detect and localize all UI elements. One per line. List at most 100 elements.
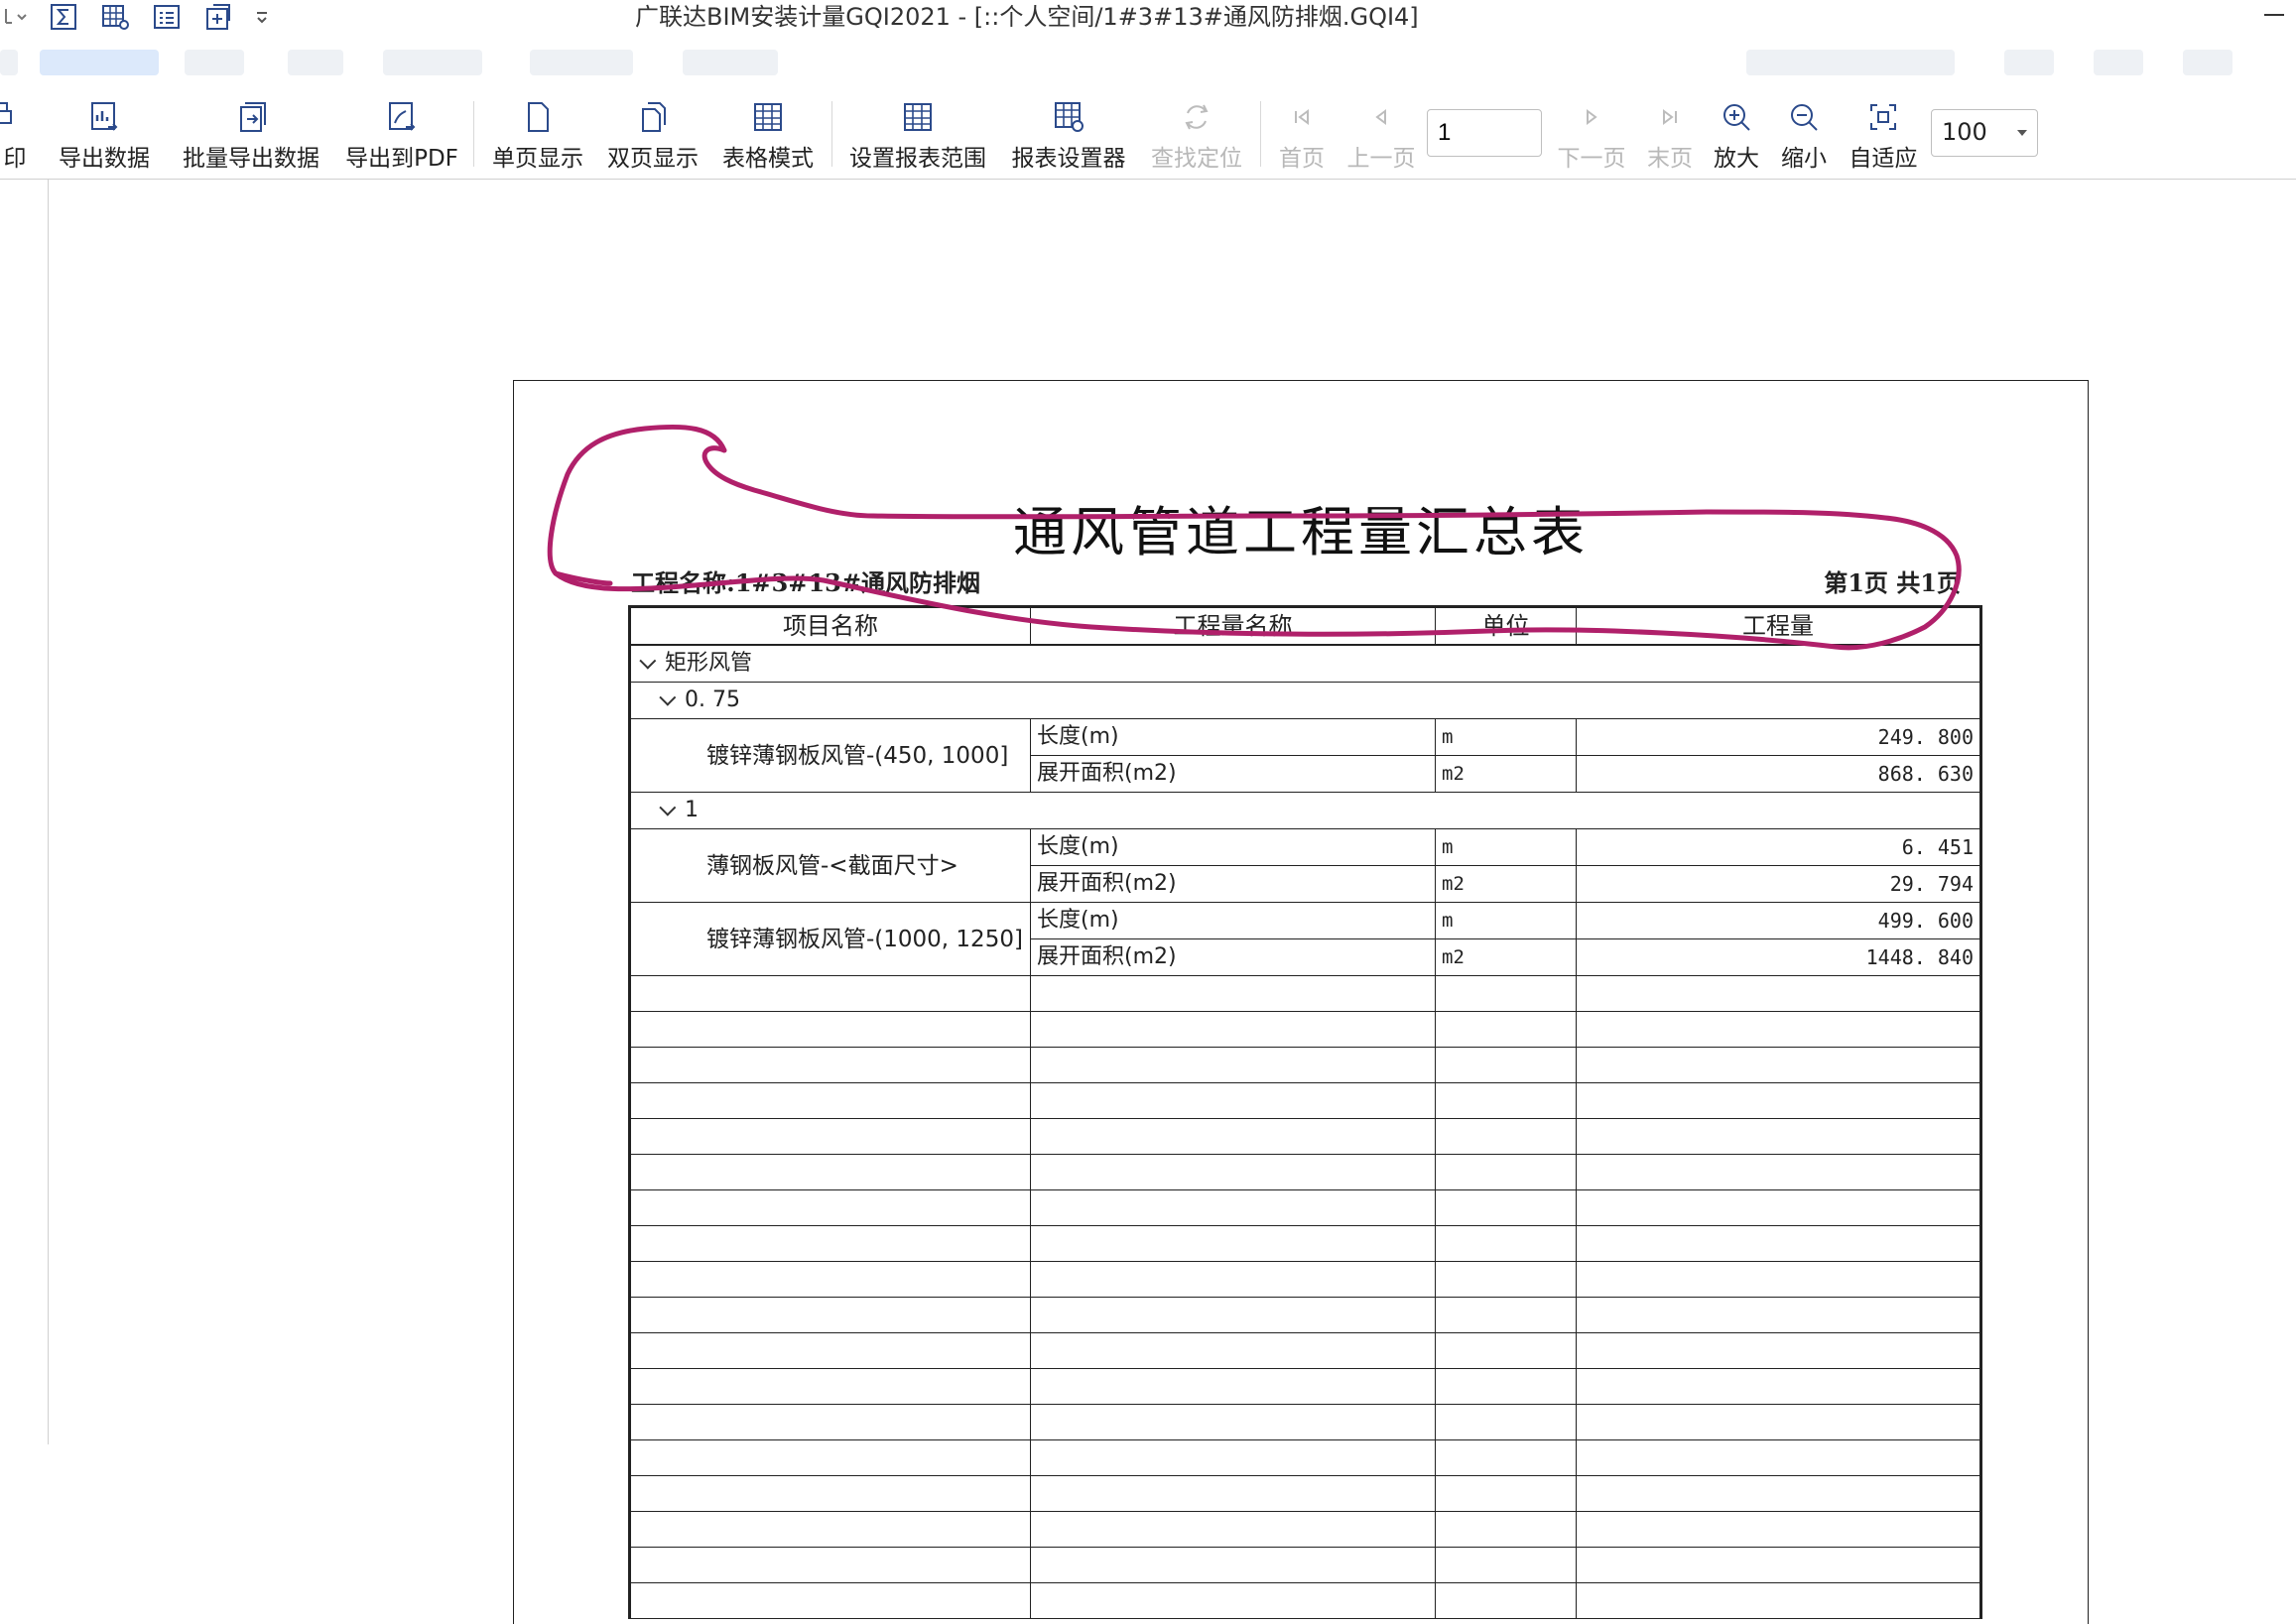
empty-row (629, 1368, 1981, 1405)
find-locate-button[interactable]: 查找定位 (1145, 95, 1248, 175)
toolbar-separator (1260, 101, 1261, 167)
empty-cell (1435, 1225, 1577, 1262)
report-range-icon (900, 99, 936, 137)
subgroup-row[interactable]: 0. 75 (629, 682, 1981, 719)
empty-cell (1030, 1189, 1436, 1226)
customize-arrow-icon[interactable] (252, 2, 272, 32)
zoom-in-button[interactable]: 放大 (1709, 95, 1764, 175)
empty-cell (1435, 1475, 1577, 1512)
menu-item[interactable] (2183, 50, 2232, 75)
page-number-input[interactable] (1427, 109, 1542, 157)
empty-cell (1576, 1047, 1981, 1083)
report-designer-button[interactable]: 报表设置器 (1006, 95, 1131, 175)
zoom-in-icon (1719, 99, 1754, 137)
export-data-button[interactable]: 导出数据 (52, 95, 157, 175)
empty-cell (1576, 1475, 1981, 1512)
table-row: 镀锌薄钢板风管-(450, 1000] 长度(m) m 249. 800 (629, 718, 1981, 793)
group-cell[interactable]: 矩形风管 (629, 644, 1981, 683)
first-page-button[interactable]: 首页 (1272, 95, 1332, 175)
unit-cell: m2 (1435, 865, 1577, 903)
empty-row (629, 1118, 1981, 1155)
unit-cell: m2 (1435, 755, 1577, 793)
menu-item[interactable] (2004, 50, 2054, 75)
menu-item[interactable] (530, 50, 633, 75)
empty-row (629, 1047, 1981, 1083)
empty-cell (629, 975, 1031, 1012)
dropdown-icon[interactable] (0, 2, 30, 32)
single-page-button[interactable]: 单页显示 (486, 95, 589, 175)
empty-cell (1435, 1404, 1577, 1440)
left-panel (0, 180, 49, 1444)
menu-item[interactable] (683, 50, 778, 75)
quantity-cell: 868. 630 (1576, 755, 1981, 793)
minimize-button[interactable] (2264, 8, 2286, 16)
list-icon[interactable] (151, 2, 183, 32)
chevron-down-icon[interactable] (659, 799, 677, 816)
menu-item[interactable] (383, 50, 482, 75)
last-page-button[interactable]: 末页 (1641, 95, 1699, 175)
subgroup-cell[interactable]: 1 (629, 792, 1981, 829)
empty-cell (629, 1475, 1031, 1512)
last-page-label: 末页 (1647, 146, 1693, 172)
single-page-icon (520, 99, 556, 137)
table-settings-icon[interactable] (99, 2, 131, 32)
empty-cell (1435, 1261, 1577, 1298)
chevron-down-icon[interactable] (659, 688, 677, 706)
first-page-label: 首页 (1279, 146, 1325, 172)
empty-cell (1030, 1154, 1436, 1190)
empty-cell (1435, 1511, 1577, 1548)
project-name: 工程名称:1#3#13#通风防排烟 (631, 568, 980, 597)
print-button[interactable]: 印 (0, 95, 30, 175)
quantity-cell: 1448. 840 (1576, 938, 1981, 976)
empty-row (629, 1475, 1981, 1512)
batch-export-button[interactable]: 批量导出数据 (177, 95, 325, 175)
empty-cell (629, 1154, 1031, 1190)
empty-row (629, 975, 1981, 1012)
menu-item[interactable] (185, 50, 244, 75)
empty-cell (1030, 1511, 1436, 1548)
empty-cell (1435, 1118, 1577, 1155)
double-page-label: 双页显示 (607, 146, 699, 172)
fit-icon (1865, 99, 1901, 137)
empty-cell (1435, 1189, 1577, 1226)
window-title: 广联达BIM安装计量GQI2021 - [::个人空间/1#3#13#通风防排烟… (635, 3, 1419, 31)
empty-row (629, 1439, 1981, 1476)
export-icon[interactable] (202, 2, 234, 32)
subgroup-cell[interactable]: 0. 75 (629, 682, 1981, 719)
zoom-select[interactable]: 100 (1931, 109, 2038, 157)
chevron-down-icon[interactable] (639, 652, 657, 670)
report-title: 通风管道工程量汇总表 (1013, 501, 1589, 563)
group-row[interactable]: 矩形风管 (629, 644, 1981, 683)
next-page-button[interactable]: 下一页 (1552, 95, 1631, 175)
empty-cell (1435, 1332, 1577, 1369)
menu-item[interactable] (2094, 50, 2143, 75)
empty-cell (629, 1582, 1031, 1619)
export-pdf-icon (384, 99, 420, 137)
zoom-out-button[interactable]: 缩小 (1776, 95, 1832, 175)
menu-item[interactable] (0, 50, 18, 75)
export-pdf-button[interactable]: 导出到PDF (341, 95, 462, 175)
qty-name-cell: 长度(m) (1030, 718, 1436, 756)
next-page-label: 下一页 (1557, 146, 1626, 172)
empty-cell (1576, 1011, 1981, 1048)
fit-label: 自适应 (1849, 146, 1918, 172)
header-quantity: 工程量 (1576, 606, 1981, 646)
menu-item-active[interactable] (40, 50, 159, 75)
menu-item[interactable] (288, 50, 343, 75)
prev-page-label: 上一页 (1346, 146, 1416, 172)
empty-rows (629, 975, 1981, 1619)
fit-button[interactable]: 自适应 (1844, 95, 1923, 175)
zoom-out-icon (1786, 99, 1822, 137)
prev-page-button[interactable]: 上一页 (1341, 95, 1421, 175)
empty-cell (1576, 1189, 1981, 1226)
empty-row (629, 1297, 1981, 1333)
menu-item[interactable] (1746, 50, 1955, 75)
empty-row (629, 1261, 1981, 1298)
empty-cell (629, 1011, 1031, 1048)
table-mode-button[interactable]: 表格模式 (716, 95, 820, 175)
sum-icon[interactable] (48, 2, 79, 32)
double-page-button[interactable]: 双页显示 (601, 95, 704, 175)
subgroup-row[interactable]: 1 (629, 792, 1981, 829)
report-range-button[interactable]: 设置报表范围 (843, 95, 992, 175)
qty-name-cell: 长度(m) (1030, 902, 1436, 939)
